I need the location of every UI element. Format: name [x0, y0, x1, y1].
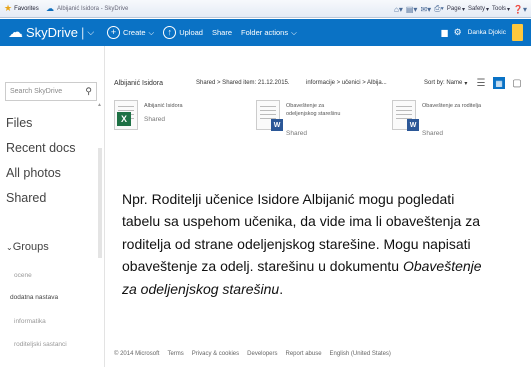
file-thumbnail: W: [256, 100, 283, 131]
scrollbar-thumb[interactable]: [98, 148, 102, 258]
sidebar-group-item[interactable]: ocene: [14, 272, 32, 279]
footer-link-developers[interactable]: Developers: [247, 351, 277, 357]
details-view-icon[interactable]: ☰: [475, 77, 487, 89]
create-button[interactable]: + Create ⌵: [107, 26, 154, 39]
footer-link-terms[interactable]: Terms: [167, 351, 183, 357]
search-input[interactable]: Search SkyDrive ⚲: [5, 82, 97, 101]
chevron-down-icon: ⌵: [148, 27, 155, 37]
print-icon[interactable]: ⎙▾: [434, 4, 444, 14]
cloud-icon: ☁: [8, 24, 23, 41]
file-status: Shared: [144, 116, 165, 123]
chevron-down-icon: ▾: [464, 80, 468, 87]
word-icon: W: [271, 119, 283, 131]
folder-actions-button[interactable]: Folder actions ⌵: [241, 28, 297, 38]
notifications-icon[interactable]: ▆: [441, 28, 447, 37]
footer-link-report-abuse[interactable]: Report abuse: [286, 351, 322, 357]
footer-link-language[interactable]: English (United States): [330, 351, 391, 357]
skydrive-header: ☁ SkyDrive | ⌵ + Create ⌵ ↑ Upload Share…: [0, 19, 531, 46]
page-menu[interactable]: Page ▾: [447, 6, 465, 13]
upload-button[interactable]: ↑ Upload: [163, 26, 203, 39]
sidebar-item-recent-docs[interactable]: Recent docs: [6, 141, 75, 155]
file-thumbnail: X: [114, 100, 138, 130]
excel-icon: X: [117, 112, 131, 126]
command-bar: + Create ⌵ ↑ Upload Share Folder actions…: [107, 26, 297, 39]
file-thumbnail: W: [392, 100, 419, 131]
gear-icon[interactable]: ⚙: [454, 27, 462, 38]
star-icon: ★: [4, 3, 13, 13]
file-item[interactable]: W Obaveštenje za roditelja Shared: [392, 100, 512, 150]
view-switcher: ☰ ▦ ▢: [475, 77, 523, 89]
breadcrumb[interactable]: Shared > Shared item: 21.12.2015.: [196, 80, 290, 86]
divider: |: [81, 25, 85, 40]
sidebar-group-item[interactable]: informatika: [14, 318, 46, 325]
avatar[interactable]: [512, 24, 523, 41]
chevron-down-icon: ⌄: [6, 243, 13, 252]
home-icon[interactable]: ⌂▾: [394, 5, 403, 14]
file-name: Obaveštenje za odeljenjskog starešinu: [286, 103, 341, 117]
details-pane-icon[interactable]: ▢: [511, 77, 523, 89]
sidebar-item-files[interactable]: Files: [6, 116, 32, 130]
sidebar-group-item[interactable]: dodatna nastava: [10, 294, 58, 301]
tools-menu[interactable]: Tools ▾: [492, 6, 510, 13]
sidebar: Search SkyDrive ⚲ Files Recent docs All …: [0, 46, 105, 367]
thumbnails-view-icon[interactable]: ▦: [493, 77, 505, 89]
sidebar-item-shared[interactable]: Shared: [6, 191, 46, 205]
page-title: Albijanić Isidora: [114, 79, 164, 87]
help-icon[interactable]: ❓▾: [513, 5, 527, 14]
footer: © 2014 Microsoft Terms Privacy & cookies…: [114, 351, 524, 357]
file-name: Obaveštenje za roditelja: [422, 103, 482, 109]
main-content: Albijanić Isidora Shared > Shared item: …: [106, 46, 531, 367]
plus-icon: +: [107, 26, 120, 39]
skydrive-logo[interactable]: ☁ SkyDrive | ⌵: [0, 19, 107, 46]
breadcrumb-path[interactable]: informacije > učenici > Albija...: [306, 80, 387, 86]
browser-favorites-bar: ★ Favorites ☁ Albijanić Isidora - SkyDri…: [0, 0, 531, 18]
footer-link-privacy[interactable]: Privacy & cookies: [192, 351, 239, 357]
user-name[interactable]: Danka Djokic: [468, 29, 506, 36]
file-name: Albijanić Isidora: [144, 103, 183, 109]
copyright: © 2014 Microsoft: [114, 351, 160, 357]
file-status: Shared: [286, 130, 307, 137]
feeds-icon[interactable]: ▤▾: [406, 5, 418, 14]
mail-icon[interactable]: ✉▾: [420, 5, 431, 14]
search-icon[interactable]: ⚲: [85, 86, 92, 97]
file-item[interactable]: X Albijanić Isidora Shared: [114, 100, 234, 150]
browser-tab[interactable]: ☁ Albijanić Isidora - SkyDrive: [46, 4, 128, 13]
sidebar-item-all-photos[interactable]: All photos: [6, 166, 61, 180]
word-icon: W: [407, 119, 419, 131]
file-item[interactable]: W Obaveštenje za odeljenjskog starešinu …: [256, 100, 376, 150]
sidebar-group-item[interactable]: roditeljski sastanci: [14, 341, 67, 348]
share-button[interactable]: Share: [212, 28, 232, 37]
scroll-up-icon[interactable]: ▲: [97, 102, 102, 108]
file-status: Shared: [422, 130, 443, 137]
sidebar-groups-header[interactable]: ⌄Groups: [6, 241, 49, 253]
favorites-button[interactable]: ★ Favorites: [0, 4, 46, 13]
sidebar-scrollbar[interactable]: ▲: [97, 102, 102, 308]
chevron-down-icon: ⌵: [87, 27, 95, 37]
browser-toolbar: ⌂▾ ▤▾ ✉▾ ⎙▾ Page ▾ Safety ▾ Tools ▾ ❓▾: [394, 0, 527, 18]
safety-menu[interactable]: Safety ▾: [468, 6, 489, 13]
upload-icon: ↑: [163, 26, 177, 39]
breadcrumb-bar: Albijanić Isidora Shared > Shared item: …: [106, 73, 531, 93]
sort-dropdown[interactable]: Sort by: Name ▾: [424, 80, 467, 87]
skydrive-tab-icon: ☁: [46, 4, 54, 13]
header-user-area: ▆ ⚙ Danka Djokic: [441, 19, 523, 46]
chevron-down-icon: ⌵: [291, 27, 297, 37]
annotation-text: Npr. Roditelji učenice Isidore Albijanić…: [122, 191, 482, 297]
